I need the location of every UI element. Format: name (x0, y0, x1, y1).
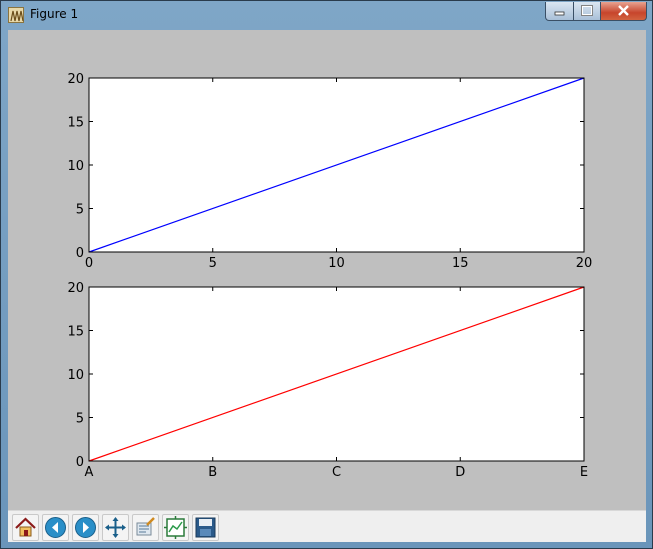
y-tick-label: 5 (76, 203, 84, 218)
figure-window: Figure 1 0 5 10 15 20 0 5 10 15 20 A B C D E 0 5 10 15 20 (0, 0, 653, 549)
minimize-button[interactable] (545, 2, 574, 21)
x-tick-label: D (455, 465, 465, 480)
home-icon (15, 517, 36, 537)
x-tick-label: 10 (328, 256, 345, 271)
save-button[interactable] (192, 514, 219, 541)
close-icon (618, 5, 629, 16)
forward-icon (75, 517, 96, 538)
minimize-icon (554, 11, 565, 16)
navigation-toolbar (8, 510, 646, 542)
y-tick-label: 0 (76, 246, 84, 261)
app-icon (8, 7, 24, 23)
title-bar[interactable]: Figure 1 (1, 1, 652, 29)
maximize-icon (581, 5, 593, 16)
x-tick-label: 5 (209, 256, 217, 271)
home-button[interactable] (12, 514, 39, 541)
forward-button[interactable] (72, 514, 99, 541)
x-tick-label: 15 (452, 256, 469, 271)
maximize-button[interactable] (573, 2, 601, 21)
x-tick-label: 20 (576, 256, 593, 271)
y-tick-label: 5 (76, 412, 84, 427)
zoom-icon (136, 517, 155, 536)
window-title: Figure 1 (30, 7, 79, 21)
save-icon (195, 517, 216, 538)
subplots-icon (164, 516, 187, 539)
pan-button[interactable] (102, 514, 129, 541)
y-tick-label: 20 (67, 281, 84, 296)
figure-plot: 0 5 10 15 2005101520A B C D E05101520 (67, 72, 593, 480)
back-button[interactable] (42, 514, 69, 541)
back-icon (45, 517, 66, 538)
y-tick-label: 0 (76, 455, 84, 470)
y-tick-label: 15 (67, 325, 84, 340)
subplots-button[interactable] (162, 514, 189, 541)
x-tick-label: C (332, 465, 341, 480)
y-tick-label: 10 (67, 159, 84, 174)
y-tick-label: 15 (67, 116, 84, 131)
zoom-button[interactable] (132, 514, 159, 541)
x-tick-label: 0 (85, 256, 93, 271)
figure-canvas[interactable]: 0 5 10 15 20 0 5 10 15 20 A B C D E 0 5 10 15 20 (8, 30, 646, 542)
x-tick-label: A (85, 465, 94, 480)
y-tick-label: 20 (67, 72, 84, 87)
y-tick-label: 10 (67, 368, 84, 383)
close-button[interactable] (600, 2, 647, 21)
x-tick-label: E (580, 465, 588, 480)
pan-icon (105, 517, 126, 538)
x-tick-label: B (208, 465, 217, 480)
